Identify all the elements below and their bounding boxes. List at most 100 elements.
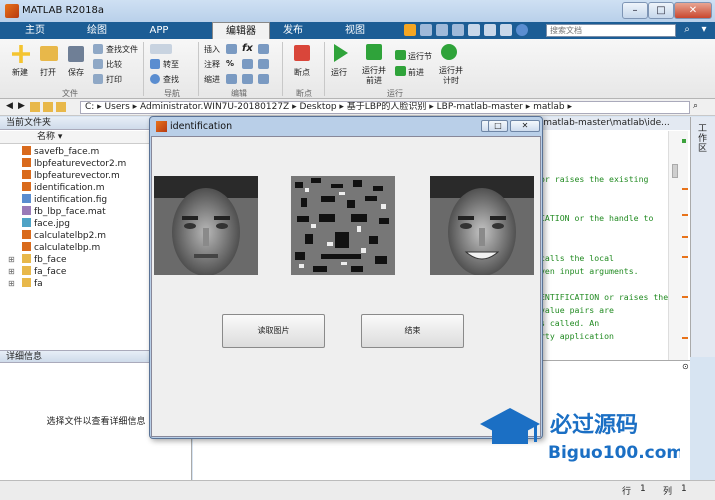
list-item[interactable]: fb_lbp_face.mat <box>22 206 106 218</box>
compare-button[interactable]: 比较 <box>106 59 122 70</box>
list-item[interactable]: identification.fig <box>22 194 107 206</box>
breakpoint-icon <box>294 45 310 61</box>
folder-icon <box>22 266 31 275</box>
new-button[interactable]: 新建 <box>12 67 28 78</box>
code-line: ENTIFICATION or raises the <box>540 292 669 302</box>
wrap-comments-icon[interactable] <box>258 59 269 69</box>
warning-marker[interactable] <box>682 337 688 339</box>
save-quick-icon[interactable] <box>404 24 416 36</box>
redo-quick-icon[interactable] <box>484 24 496 36</box>
fx-button[interactable]: fx <box>242 43 253 54</box>
forward-arrow-icon[interactable]: ▶ <box>18 101 25 111</box>
current-folder-path[interactable]: C: ▸ Users ▸ Administrator.WIN7U-2018012… <box>80 101 690 114</box>
save-disk-icon <box>68 46 84 62</box>
cut-quick-icon[interactable] <box>420 24 432 36</box>
minimize-button[interactable]: – <box>622 2 648 19</box>
read-image-button[interactable]: 读取图片 <box>222 314 325 348</box>
warning-marker[interactable] <box>682 236 688 238</box>
percent-comment-button[interactable]: % <box>226 59 234 68</box>
switch-windows-icon[interactable] <box>500 24 512 36</box>
decrease-indent-icon[interactable] <box>258 74 269 84</box>
list-item[interactable]: face.jpg <box>22 218 70 230</box>
tab-editor[interactable]: 编辑器 <box>212 22 270 39</box>
close-button[interactable]: ✕ <box>674 2 712 19</box>
warning-marker[interactable] <box>682 256 688 258</box>
goto-button[interactable]: 转至 <box>163 59 179 70</box>
insert-icon[interactable] <box>226 44 237 54</box>
print-button[interactable]: 打印 <box>106 74 122 85</box>
tab-apps[interactable]: APP <box>134 22 184 39</box>
expand-icon[interactable]: ⊞ <box>8 267 15 276</box>
file-group-label: 文件 <box>62 89 78 98</box>
help-quick-icon[interactable] <box>516 24 528 36</box>
search-documentation-input[interactable] <box>546 24 676 37</box>
expand-icon[interactable]: ⊞ <box>8 255 15 264</box>
find-button[interactable]: 查找 <box>163 74 179 85</box>
increase-indent-icon[interactable] <box>242 74 253 84</box>
figure-maximize-button[interactable]: □ <box>488 120 508 132</box>
warning-marker[interactable] <box>682 296 688 298</box>
breakpoints-button[interactable]: 断点 <box>294 67 310 78</box>
folder-icon <box>22 278 31 287</box>
list-item[interactable]: savefb_face.m <box>22 146 99 158</box>
list-item[interactable]: lbpfeaturevector2.m <box>22 158 126 170</box>
folder-item[interactable]: fa <box>22 278 43 290</box>
back-arrow-icon[interactable]: ◀ <box>6 101 13 111</box>
m-file-icon <box>22 242 31 251</box>
tab-publish[interactable]: 发布 <box>270 22 316 39</box>
list-item[interactable]: calculatelbp2.m <box>22 230 106 242</box>
paste-quick-icon[interactable] <box>452 24 464 36</box>
maximize-button[interactable]: □ <box>648 2 674 19</box>
open-folder-icon <box>40 46 58 61</box>
expand-icon[interactable]: ⊞ <box>8 279 15 288</box>
navigate-group-label: 导航 <box>164 89 180 98</box>
list-item[interactable]: lbpfeaturevector.m <box>22 170 120 182</box>
code-line: ven input arguments. <box>540 266 639 276</box>
insert-button[interactable]: 插入 <box>204 44 220 55</box>
scrollbar-thumb[interactable] <box>672 164 678 178</box>
indent-button[interactable]: 缩进 <box>204 74 220 85</box>
back-forward-icon[interactable] <box>150 44 172 54</box>
watermark-brand: 必过源码 <box>550 412 638 438</box>
warning-marker[interactable] <box>682 214 688 216</box>
find-files-button[interactable]: 查找文件 <box>106 44 138 55</box>
warning-marker[interactable] <box>682 188 688 190</box>
folder-item[interactable]: fb_face <box>22 254 67 266</box>
run-button[interactable]: 运行 <box>331 67 347 78</box>
folder-icon <box>22 254 31 263</box>
biguo-watermark-logo: 必过源码 Biguo100.com <box>480 408 680 463</box>
folder-item[interactable]: fa_face <box>22 266 66 278</box>
status-bar <box>0 480 715 500</box>
search-magnifier-icon[interactable]: ⌕ <box>680 24 694 37</box>
finish-button[interactable]: 结束 <box>361 314 464 348</box>
smart-indent-icon[interactable] <box>226 74 237 84</box>
list-item[interactable]: calculatelbp.m <box>22 242 100 254</box>
save-button[interactable]: 保存 <box>68 67 84 78</box>
panel-menu-icon[interactable]: ⊙ <box>682 362 689 371</box>
editor-scrollbar[interactable] <box>668 131 688 360</box>
up-folder-icon[interactable] <box>30 102 40 112</box>
editor-file-tab[interactable]: -matlab-master\matlab\ide... <box>540 117 690 130</box>
expand-ribbon-icon[interactable]: ▾ <box>697 24 711 37</box>
copy-quick-icon[interactable] <box>436 24 448 36</box>
tab-view[interactable]: 视图 <box>330 22 380 39</box>
insert-section-icon[interactable] <box>258 44 269 54</box>
workspace-label[interactable]: 工作区 <box>696 124 709 154</box>
run-and-time-button[interactable]: 运行并 计时 <box>439 66 463 86</box>
advance-button[interactable]: 前进 <box>408 67 424 78</box>
m-file-icon <box>22 230 31 239</box>
tab-plots[interactable]: 绘图 <box>72 22 122 39</box>
search-folder-icon[interactable]: ⌕ <box>693 101 698 111</box>
browse-folder-icon[interactable] <box>43 102 53 112</box>
uncomment-icon[interactable] <box>242 59 253 69</box>
tab-home[interactable]: 主页 <box>10 22 60 39</box>
figure-title: identification <box>170 121 233 132</box>
run-and-advance-button[interactable]: 运行并 前进 <box>362 66 386 86</box>
input-face-image <box>154 176 258 275</box>
run-section-button[interactable]: 运行节 <box>408 51 432 62</box>
list-item[interactable]: identification.m <box>22 182 104 194</box>
undo-quick-icon[interactable] <box>468 24 480 36</box>
figure-close-button[interactable]: ✕ <box>510 120 540 132</box>
open-button[interactable]: 打开 <box>40 67 56 78</box>
comment-button[interactable]: 注释 <box>204 59 220 70</box>
